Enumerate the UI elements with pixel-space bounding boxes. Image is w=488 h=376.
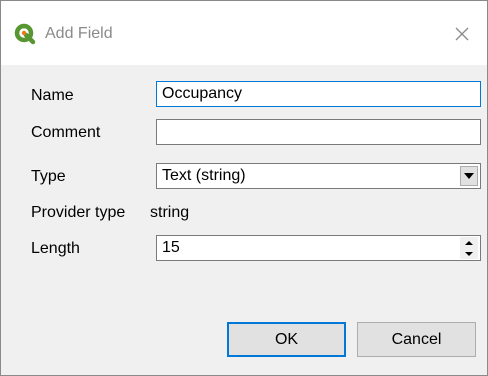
length-value: 15	[162, 239, 180, 256]
length-label: Length	[31, 240, 80, 257]
qgis-logo-icon	[14, 23, 36, 45]
cancel-button[interactable]: Cancel	[357, 322, 476, 357]
type-select-value: Text (string)	[162, 167, 246, 184]
add-field-dialog: Add Field Name Comment Type Text (string…	[0, 0, 488, 376]
close-icon[interactable]	[447, 19, 477, 49]
provider-type-label: Provider type	[31, 204, 126, 221]
name-label: Name	[31, 87, 74, 104]
name-field[interactable]	[156, 81, 481, 107]
comment-label: Comment	[31, 124, 101, 141]
comment-input[interactable]	[157, 120, 480, 144]
type-select[interactable]: Text (string)	[156, 163, 481, 189]
chevron-down-icon[interactable]	[460, 166, 478, 186]
type-label: Type	[31, 168, 66, 185]
title-bar: Add Field	[1, 1, 487, 65]
spin-down-icon[interactable]	[460, 248, 478, 259]
ok-button[interactable]: OK	[227, 322, 346, 357]
window-title: Add Field	[45, 25, 113, 42]
spin-up-icon[interactable]	[460, 237, 478, 248]
length-spinbox[interactable]: 15	[156, 235, 481, 261]
comment-field[interactable]	[156, 119, 481, 145]
name-input[interactable]	[157, 82, 480, 106]
spin-buttons	[460, 237, 478, 259]
provider-type-value: string	[150, 204, 190, 221]
